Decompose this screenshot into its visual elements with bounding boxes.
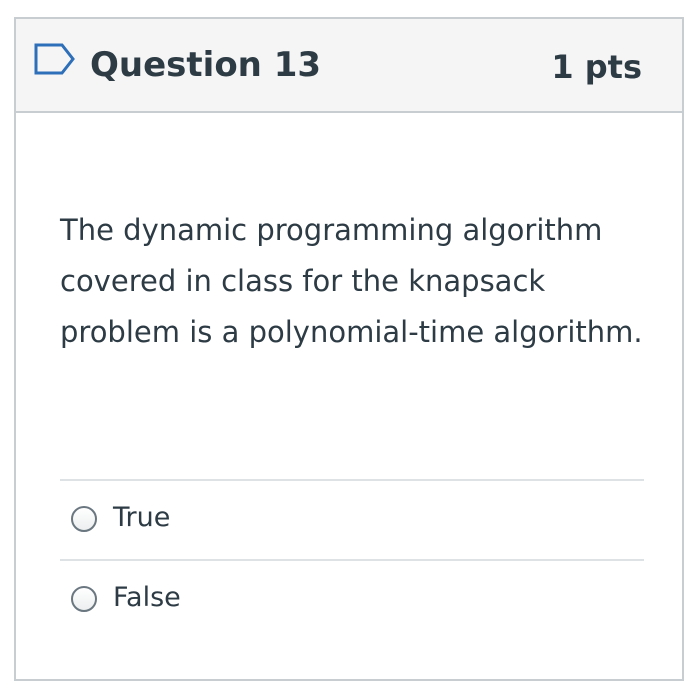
answer-label-false: False [113,582,181,613]
question-card: Question 13 1 pts The dynamic programmin… [14,17,684,681]
question-points: 1 pts [551,48,642,86]
question-header: Question 13 1 pts [16,19,682,113]
question-text: The dynamic programming algorithm covere… [60,213,643,349]
answer-option-false[interactable]: False [60,559,644,639]
flag-outline-icon[interactable] [33,42,77,76]
answer-label-true: True [113,502,171,533]
question-title: Question 13 [90,45,322,85]
radio-button-true[interactable] [71,506,97,532]
radio-button-false[interactable] [71,586,97,612]
answer-option-true[interactable]: True [60,479,644,559]
answer-list: True False [60,479,644,639]
